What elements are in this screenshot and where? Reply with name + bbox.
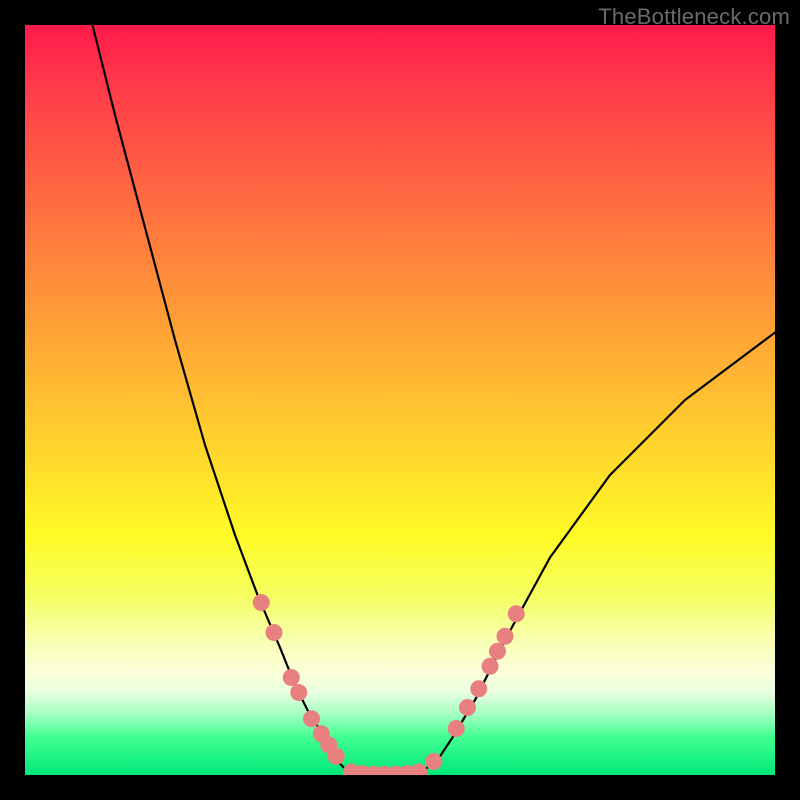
- right-marker: [482, 658, 499, 675]
- left-marker: [320, 737, 337, 754]
- left-marker: [313, 725, 330, 742]
- left-marker: [303, 710, 320, 727]
- left-marker: [253, 594, 270, 611]
- bottleneck-curve: [93, 25, 776, 775]
- right-marker: [448, 720, 465, 737]
- floor-marker: [354, 765, 371, 775]
- data-markers: [253, 594, 525, 775]
- curve-lines: [93, 25, 776, 775]
- right-marker: [508, 605, 525, 622]
- left-marker: [283, 669, 300, 686]
- floor-marker: [388, 766, 405, 775]
- floor-marker: [410, 764, 427, 776]
- left-marker: [328, 748, 345, 765]
- floor-marker: [343, 764, 360, 776]
- right-marker: [459, 699, 476, 716]
- chart-svg: [25, 25, 775, 775]
- floor-marker: [377, 766, 394, 775]
- left-marker: [266, 624, 283, 641]
- floor-marker: [399, 765, 416, 775]
- plot-area: [25, 25, 775, 775]
- chart-container: TheBottleneck.com: [0, 0, 800, 800]
- right-marker: [497, 628, 514, 645]
- left-marker: [290, 684, 307, 701]
- right-marker: [470, 680, 487, 697]
- right-marker: [425, 753, 442, 770]
- floor-marker: [365, 766, 382, 775]
- right-marker: [489, 643, 506, 660]
